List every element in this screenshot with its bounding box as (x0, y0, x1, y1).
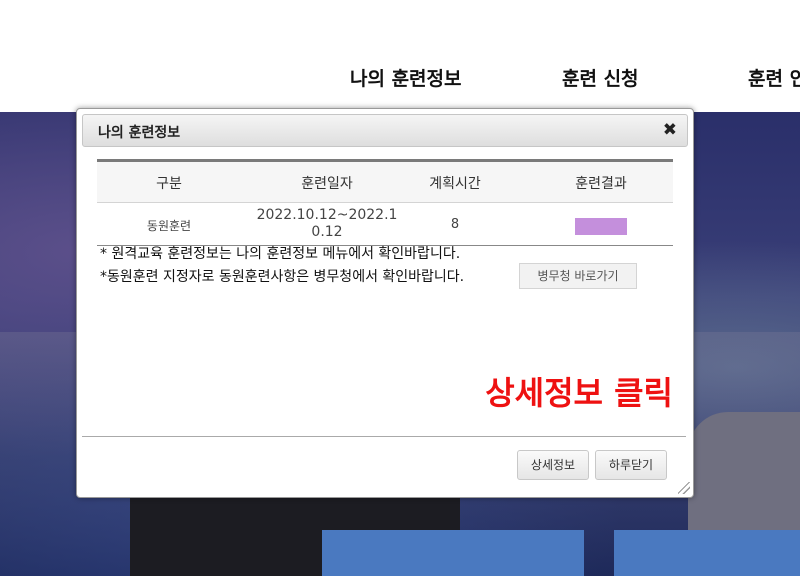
column-header-category: 구분 (156, 176, 182, 192)
nav-item-my-training-info[interactable]: 나의 훈련정보 (350, 64, 462, 91)
column-header-result: 훈련결과 (575, 176, 627, 192)
hero-card-1[interactable] (322, 530, 584, 576)
table-header: 구분 훈련일자 계획시간 훈련결과 (97, 159, 673, 203)
close-icon[interactable]: ✖ (663, 120, 677, 140)
table-row: 동원훈련 2022.10.12~2022.1 0.12 8 (97, 203, 673, 246)
detail-info-button[interactable]: 상세정보 (517, 450, 589, 480)
top-bar (0, 0, 800, 25)
training-info-modal: 나의 훈련정보 ✖ 구분 훈련일자 계획시간 훈련결과 동원훈련 2022.10… (76, 108, 694, 498)
cell-planned-hours: 8 (450, 217, 460, 232)
notice-mobilization: *동원훈련 지정자로 동원훈련사항은 병무청에서 확인바랍니다. (100, 269, 465, 285)
main-nav: 나의 훈련정보 훈련 신청 훈련 인 (0, 24, 800, 112)
resize-handle-icon[interactable] (678, 482, 690, 494)
nav-item-training-application[interactable]: 훈련 신청 (562, 64, 639, 91)
modal-header: 나의 훈련정보 ✖ (82, 114, 688, 147)
cell-date: 2022.10.12~2022.1 0.12 (256, 207, 398, 240)
cell-category: 동원훈련 (146, 219, 192, 233)
result-status-bar (575, 218, 627, 235)
notice-remote-education: * 원격교육 훈련정보는 나의 훈련정보 메뉴에서 확인바랍니다. (100, 246, 461, 262)
hero-card-2[interactable] (614, 530, 800, 576)
column-header-date: 훈련일자 (301, 176, 353, 192)
modal-divider (82, 436, 686, 437)
training-table: 구분 훈련일자 계획시간 훈련결과 동원훈련 2022.10.12~2022.1… (97, 159, 673, 246)
nav-item-training-other[interactable]: 훈련 인 (748, 64, 800, 91)
close-for-today-button[interactable]: 하루닫기 (595, 450, 667, 480)
mma-shortcut-button[interactable]: 병무청 바로가기 (519, 263, 637, 289)
modal-title: 나의 훈련정보 (98, 125, 181, 141)
detail-click-callout: 상세정보 클릭 (485, 374, 673, 412)
column-header-planned-hours: 계획시간 (429, 176, 481, 192)
